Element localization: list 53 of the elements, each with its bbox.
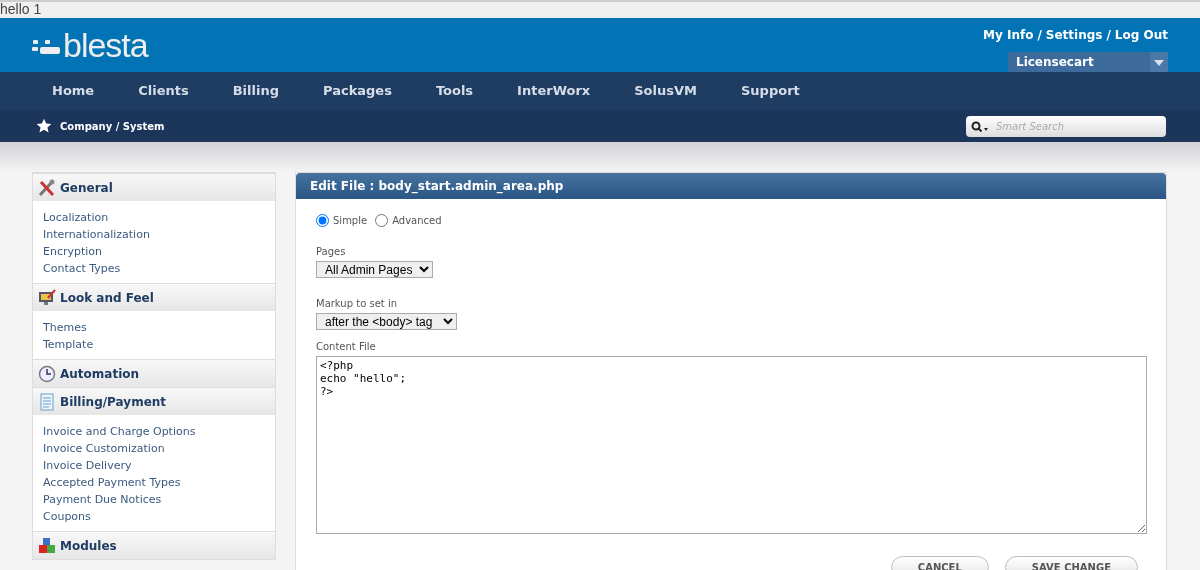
document-icon bbox=[38, 392, 56, 411]
tools-icon bbox=[38, 178, 56, 197]
header-link[interactable]: My Info bbox=[983, 26, 1034, 44]
pages-select[interactable]: All Admin Pages bbox=[316, 261, 433, 278]
sidebar-link[interactable]: Themes bbox=[43, 319, 265, 336]
nav-tab[interactable]: Clients bbox=[122, 81, 205, 101]
field-label: Pages bbox=[316, 245, 347, 259]
nav-tab[interactable]: Tools bbox=[419, 81, 490, 101]
nav-tab[interactable]: Support bbox=[725, 81, 816, 101]
caret-icon bbox=[1150, 52, 1168, 72]
radio-button[interactable] bbox=[316, 214, 329, 227]
radio-button[interactable] bbox=[375, 214, 389, 227]
sidebar-link[interactable]: Template bbox=[43, 336, 265, 353]
company-select[interactable]: Licensecart bbox=[1008, 52, 1168, 72]
field-label: Markup to set in bbox=[316, 296, 398, 311]
sidebar-link[interactable]: Contact Types bbox=[43, 260, 265, 277]
star-icon[interactable] bbox=[36, 118, 52, 134]
nav-tab[interactable]: Billing bbox=[216, 81, 295, 101]
blocks-icon bbox=[38, 536, 56, 555]
blesta-logo[interactable]: blesta bbox=[32, 28, 148, 62]
panel-title: Edit File : body_start.admin_area.php bbox=[296, 173, 1166, 199]
breadcrumb[interactable]: Company / System bbox=[60, 118, 165, 134]
sidebar-link[interactable]: Accepted Payment Types bbox=[43, 474, 265, 491]
content-textarea[interactable]: <?php echo "hello"; ?> bbox=[316, 356, 1147, 534]
header-link[interactable]: Log Out bbox=[1114, 26, 1168, 44]
search-icon bbox=[971, 120, 991, 133]
markup-select[interactable]: after the <body> tag bbox=[316, 312, 457, 330]
clock-icon bbox=[38, 364, 56, 383]
search-field[interactable]: Smart Search bbox=[966, 115, 1166, 137]
sidebar-link[interactable]: Invoice Customization bbox=[43, 440, 265, 457]
radio-label: Advanced bbox=[392, 214, 442, 228]
nav-tab[interactable]: Home bbox=[36, 81, 111, 101]
sidebar-heading[interactable]: Modules bbox=[60, 536, 117, 555]
field-label: Content File bbox=[316, 340, 377, 354]
sidebar-heading[interactable]: General bbox=[60, 178, 113, 197]
monitor-icon bbox=[38, 288, 56, 307]
nav-tab[interactable]: Packages bbox=[306, 81, 408, 101]
cancel-button[interactable]: CANCEL bbox=[890, 555, 989, 570]
link-separator: / bbox=[1037, 27, 1042, 44]
sidebar-link[interactable]: Invoice Delivery bbox=[43, 457, 265, 474]
save-button[interactable]: SAVE CHANGE bbox=[1004, 555, 1138, 570]
sidebar-link[interactable]: Invoice and Charge Options bbox=[43, 423, 265, 440]
sidebar-link[interactable]: Encryption bbox=[43, 243, 265, 260]
browser-text: hello 1 bbox=[0, 0, 1200, 18]
radio-label: Simple bbox=[333, 214, 368, 228]
sidebar-link[interactable]: Payment Due Notices bbox=[43, 491, 265, 508]
header-link[interactable]: Settings bbox=[1045, 26, 1103, 44]
sidebar-link[interactable]: Localization bbox=[43, 209, 265, 226]
nav-tab[interactable]: SolusVM bbox=[618, 81, 713, 101]
nav-tab[interactable]: InterWorx bbox=[501, 81, 607, 101]
link-separator: / bbox=[1106, 27, 1111, 44]
sidebar-link[interactable]: Coupons bbox=[43, 508, 265, 525]
sidebar-link[interactable]: Internationalization bbox=[43, 226, 265, 243]
